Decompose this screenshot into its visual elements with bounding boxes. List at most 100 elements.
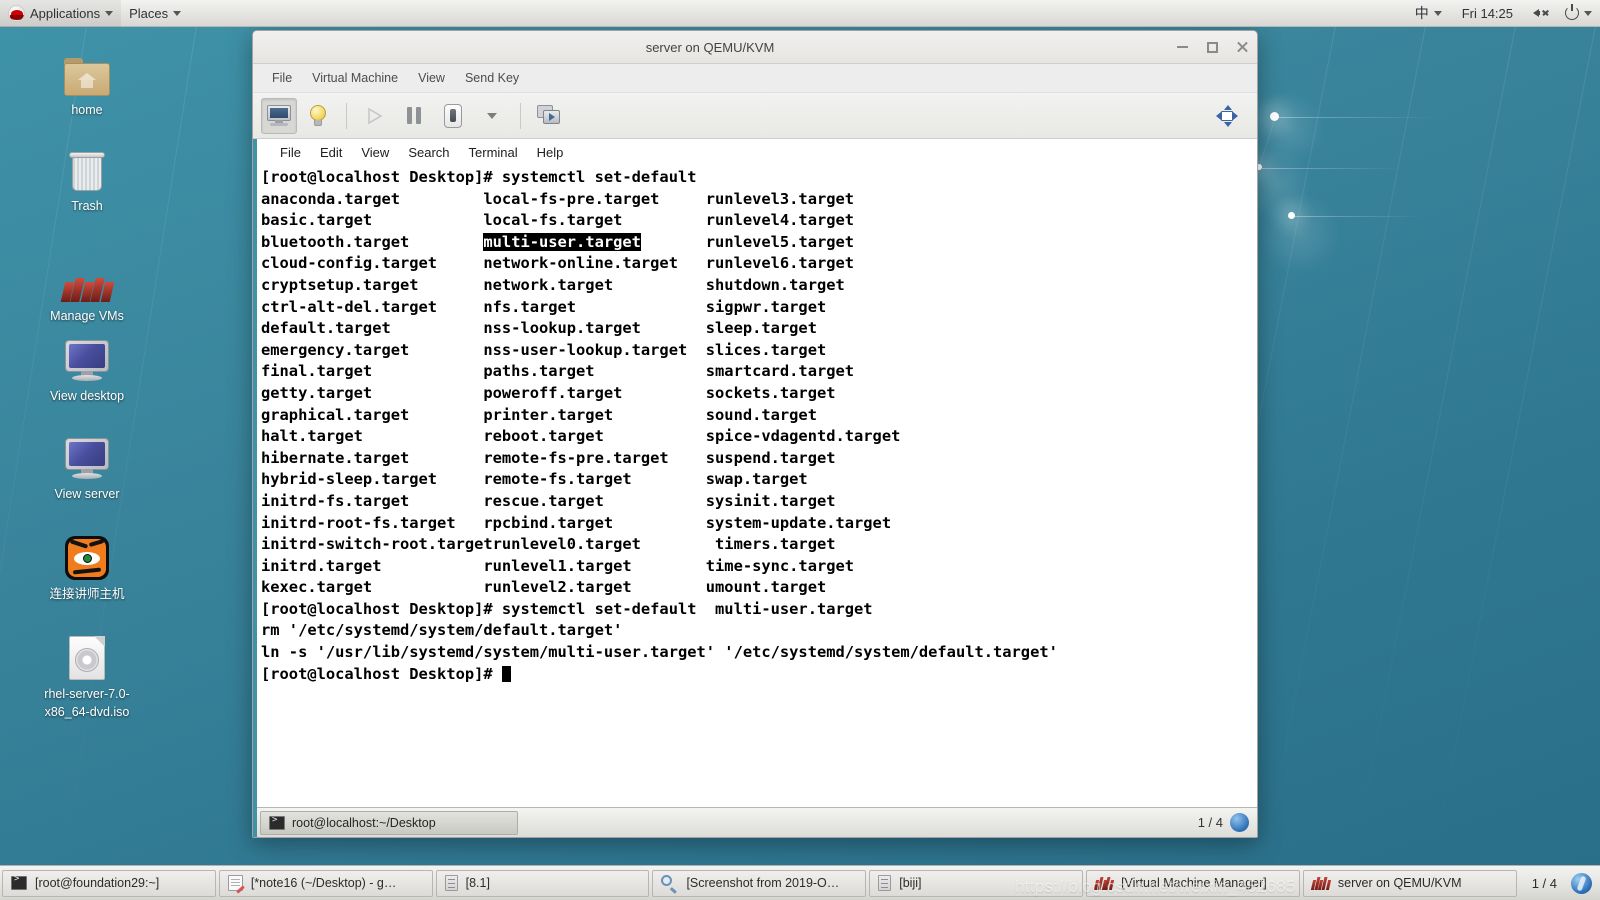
menu-send-key[interactable]: Send Key [456,67,528,89]
screenshot-icon [661,875,678,894]
virt-manager-icon [1310,876,1332,890]
notification-badge-icon[interactable] [1571,872,1592,894]
clock[interactable]: Fri 14:25 [1450,0,1525,27]
guest-taskbar-item[interactable]: root@localhost:~/Desktop [260,810,518,835]
chevron-down-icon [173,10,182,16]
guest-menu-terminal[interactable]: Terminal [460,143,527,162]
chevron-down-icon [487,112,497,119]
desktop-icon-manage-vms[interactable]: Manage VMs [32,250,142,325]
power-icon [1565,4,1579,20]
guest-taskbar-item-label: root@localhost:~/Desktop [292,815,436,830]
virt-manager-icon [1093,876,1115,890]
guest-menu-help[interactable]: Help [528,143,573,162]
volume-muted-icon [1533,6,1549,20]
taskbar-item-label: [*note16 (~/Desktop) - g… [250,876,397,890]
taskbar-item-note16[interactable]: [*note16 (~/Desktop) - g… [218,869,433,897]
close-button[interactable] [1227,31,1257,64]
desktop-icon-label: Manage VMs [50,309,124,323]
workspace-pager[interactable]: 1 / 4 [1526,874,1563,893]
run-button[interactable] [357,98,393,134]
desktop-icon-trash[interactable]: Trash [32,140,142,215]
system-menu[interactable] [1557,0,1600,27]
volume-indicator[interactable] [1525,0,1557,27]
input-method-indicator[interactable]: 中 [1407,0,1450,27]
power-switch-icon [444,103,462,128]
home-folder-icon [32,44,142,96]
shutdown-menu-button[interactable] [474,98,510,134]
terminal-output[interactable]: [root@localhost Desktop]# systemctl set-… [257,165,1257,807]
redhat-logo-icon [8,4,25,22]
close-icon [1236,41,1248,53]
guest-menu-file[interactable]: File [271,143,310,162]
guest-taskbar-right: 1 / 4 [1198,813,1254,832]
desktop-icon-connect-instructor-host[interactable]: 连接讲师主机 [32,528,142,603]
menu-virtual-machine[interactable]: Virtual Machine [303,67,407,89]
guest-workspace-pager[interactable]: 1 / 4 [1198,815,1223,830]
file-icon [444,875,458,891]
maximize-button[interactable] [1197,31,1227,64]
details-view-button[interactable] [300,98,336,134]
resize-arrows-icon [1216,104,1238,127]
tigervnc-icon [32,528,142,580]
desktop-icon-label: View desktop [49,389,125,403]
terminal-icon [11,874,27,890]
taskbar-item-virtual-machine-manager[interactable]: [Virtual Machine Manager] [1086,869,1300,897]
taskbar-status-area: 1 / 4 [1520,872,1598,894]
guest-console[interactable]: File Edit View Search Terminal Help [roo… [253,139,1257,837]
shutdown-button[interactable] [435,98,471,134]
taskbar-item-screenshot[interactable]: [Screenshot from 2019-O… [652,869,867,897]
window-titlebar[interactable]: server on QEMU/KVM [253,31,1257,64]
ime-label: 中 [1414,5,1429,21]
taskbar-item-root-foundation29[interactable]: [root@foundation29:~] [2,869,216,897]
toolbar-separator [520,102,521,129]
toolbar-separator [346,102,347,129]
guest-menu-edit[interactable]: Edit [311,143,351,162]
taskbar-item-label: [biji] [899,876,922,890]
chevron-down-icon [105,10,114,16]
desktop-icon-home[interactable]: home [32,44,142,119]
desktop-icon-rhel-iso[interactable]: rhel-server-7.0-x86_64-dvd.iso [32,628,142,721]
monitor-icon [32,428,142,480]
menu-file[interactable]: File [263,67,301,89]
notification-badge-icon[interactable] [1230,813,1249,832]
places-menu-label: Places [129,5,169,21]
menu-view[interactable]: View [409,67,454,89]
toolbar-right-area [1209,98,1249,134]
chevron-down-icon [1433,10,1442,16]
snapshots-icon [537,104,561,127]
taskbar-item-label: [root@foundation29:~] [35,876,160,890]
taskbar-item-label: [8.1] [465,876,490,890]
desktop-icon-label: home [71,103,103,117]
window-title: server on QEMU/KVM [645,39,775,55]
applications-menu-label: Applications [30,5,101,21]
monitor-icon [32,330,142,382]
pause-icon [407,107,421,124]
desktop-icon-label: View server [54,487,120,501]
console-view-button[interactable] [261,97,297,134]
taskbar-item-server-on-qemu-kvm[interactable]: server on QEMU/KVM [1302,869,1517,897]
minimize-button[interactable] [1167,31,1197,64]
top-panel-status-area: 中 Fri 14:25 [1407,0,1600,27]
desktop-icon-view-server[interactable]: View server [32,428,142,503]
iso-disc-icon [32,628,142,680]
guest-taskbar: root@localhost:~/Desktop 1 / 4 [257,807,1257,837]
chevron-down-icon [1584,10,1592,16]
taskbar-item-biji[interactable]: [biji] [869,869,1084,897]
guest-menu-search[interactable]: Search [399,143,458,162]
applications-menu[interactable]: Applications [0,0,122,27]
fullscreen-button[interactable] [1209,98,1245,134]
trash-icon [32,140,142,192]
virt-manager-window: server on QEMU/KVM File Virtual Machine … [252,30,1258,838]
guest-menu-view[interactable]: View [352,143,398,162]
desktop-icon-view-desktop[interactable]: View desktop [32,330,142,405]
desktop-icon-label: Trash [71,199,103,213]
places-menu[interactable]: Places [121,0,189,27]
snapshots-button[interactable] [531,98,567,134]
taskbar-item-81[interactable]: [8.1] [435,869,650,897]
bottom-taskbar: [root@foundation29:~] [*note16 (~/Deskto… [0,865,1600,900]
virt-manager-menubar: File Virtual Machine View Send Key [253,64,1257,93]
pause-button[interactable] [396,98,432,134]
play-icon [367,107,383,125]
virt-manager-toolbar [253,93,1257,139]
virt-manager-icon [32,250,142,302]
